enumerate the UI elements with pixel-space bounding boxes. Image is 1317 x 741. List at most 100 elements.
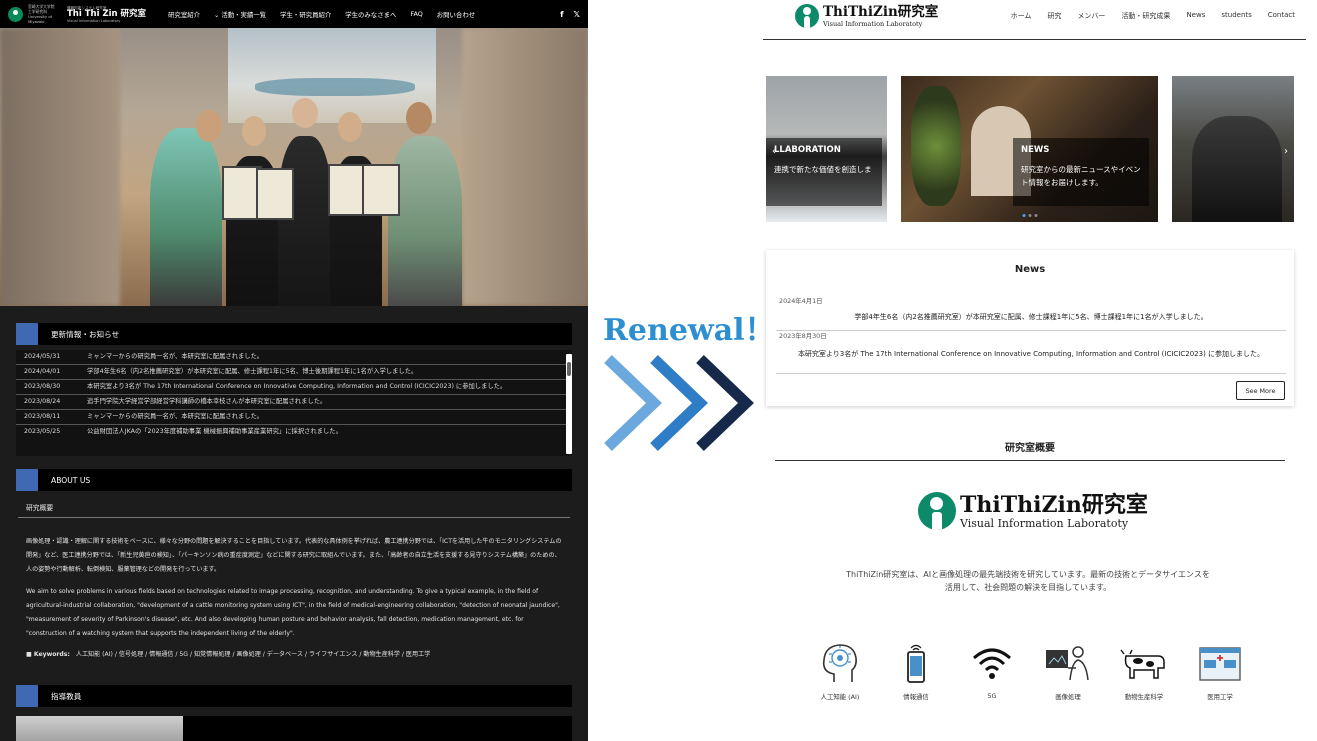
old-about-header: ABOUT US xyxy=(16,469,572,491)
carousel-caption: LLABORATION 連携で新たな価値を創造しま xyxy=(766,138,882,206)
new-logo[interactable]: ThiThiZin研究室 Visual Information Laborato… xyxy=(795,4,938,28)
carousel-card-news[interactable]: NEWS 研究室からの最新ニュースやイベント情報をお届けします。 xyxy=(901,76,1158,222)
old-nav-item-activities[interactable]: ⌄ 活動・実績一覧 xyxy=(214,10,266,19)
lab-logo-icon xyxy=(918,492,956,530)
image-processing-icon xyxy=(1046,646,1089,681)
field-ai[interactable]: 人工知能 (AI) xyxy=(810,640,870,701)
old-logo[interactable]: 宮崎大学大学院 工学研究科 University of Miyazaki 情報知… xyxy=(8,4,146,24)
news-date: 2023年8月30日 xyxy=(779,332,827,340)
old-nav-item-faq[interactable]: FAQ xyxy=(410,10,422,19)
list-item[interactable]: 2023/05/25 公益財団法人JKAの「2023年度補助事業 機械振興補助事業… xyxy=(16,425,572,439)
chevron-left-icon[interactable]: ‹ xyxy=(772,146,776,157)
lab-logo-icon xyxy=(795,4,819,28)
old-nav-item-contact[interactable]: お問い合わせ xyxy=(437,10,475,19)
faculty-info-panel xyxy=(183,716,572,741)
person-5-head xyxy=(406,102,432,134)
hero-projection-screen xyxy=(228,28,436,123)
old-nav-item-members[interactable]: 学生・研究員紹介 xyxy=(280,10,331,19)
list-item[interactable]: 2023/08/30 本研究室より3名が The 17th Internation… xyxy=(16,380,572,395)
nav-item-activities[interactable]: 活動・研究成果 xyxy=(1121,11,1170,21)
list-item[interactable]: 2024/04/01 学部4年生6名（内2名推薦研究室）が本研究室に配属、修士課程… xyxy=(16,365,572,380)
certificate-3 xyxy=(328,164,366,216)
see-more-button[interactable]: See More xyxy=(1236,381,1285,400)
old-nav-item-about[interactable]: 研究室紹介 xyxy=(168,10,200,19)
old-social-links: f 𝕏 xyxy=(560,10,580,19)
faculty-photo xyxy=(16,716,183,741)
student-group xyxy=(1192,116,1282,222)
person-2-head xyxy=(242,116,266,146)
person-4-head xyxy=(338,112,362,142)
renewal-label: Renewal！ xyxy=(603,313,775,348)
new-header: ThiThiZin研究室 Visual Information Laborato… xyxy=(763,0,1306,40)
divider xyxy=(776,373,1286,374)
nav-item-home[interactable]: ホーム xyxy=(1011,11,1032,21)
divider xyxy=(18,517,570,518)
new-nav-menu: ホーム 研究 メンバー 活動・研究成果 News students Contac… xyxy=(1011,11,1295,21)
news-title: News xyxy=(1014,264,1046,275)
section-marker xyxy=(16,685,38,707)
nav-item-members[interactable]: メンバー xyxy=(1077,11,1105,21)
carousel-indicators xyxy=(1022,214,1037,217)
new-website-screenshot: ThiThiZin研究室 Visual Information Laborato… xyxy=(763,0,1317,741)
hero-blurred-left xyxy=(0,28,120,306)
smartphone-icon xyxy=(907,644,925,683)
university-emblem-icon xyxy=(8,6,23,22)
nav-item-contact[interactable]: Contact xyxy=(1268,11,1295,21)
carousel-card-collaboration[interactable]: LLABORATION 連携で新たな価値を創造しま ‹ xyxy=(766,76,887,222)
field-ict[interactable]: 情報通信 xyxy=(886,640,946,701)
old-nav-item-students[interactable]: 学生のみなさまへ xyxy=(345,10,396,19)
comparison-stage: 宮崎大学大学院 工学研究科 University of Miyazaki 情報知… xyxy=(0,0,1317,741)
carousel-card-students[interactable]: › xyxy=(1172,76,1294,222)
section-marker xyxy=(16,469,38,491)
person-3-head xyxy=(292,98,318,128)
list-item[interactable]: 2024/05/31 ミャンマーからの研究員一名が、本研究室に配属されました。 xyxy=(16,350,572,365)
news-panel: News 2024年4月1日 学部4年生6名（内2名推薦研究室）が本研究室に配属… xyxy=(766,250,1294,406)
chevron-right-icon[interactable]: › xyxy=(1284,146,1288,157)
carousel-dot[interactable] xyxy=(1022,214,1025,217)
field-animal-science[interactable]: 動物生産科学 xyxy=(1114,640,1174,701)
cow-icon xyxy=(1120,649,1165,679)
person-1 xyxy=(150,128,222,306)
carousel-dot[interactable] xyxy=(1028,214,1031,217)
old-nav-menu: 研究室紹介 ⌄ 活動・実績一覧 学生・研究員紹介 学生のみなさまへ FAQ お問… xyxy=(168,10,475,19)
facebook-icon[interactable]: f xyxy=(560,10,563,19)
news-item-text[interactable]: 学部4年生6名（内2名推薦研究室）が本研究室に配属、修士課程1年に5名、博士課程… xyxy=(776,311,1286,324)
old-keywords: ■ Keywords: 人工知能 (AI) / 信号処理 / 情報通信 / 5G … xyxy=(26,651,431,658)
chevron-arrows-icon xyxy=(604,355,754,451)
brain-ai-icon xyxy=(822,644,857,682)
certificate-4 xyxy=(362,164,400,216)
old-faculty-header: 指導教員 xyxy=(16,685,572,707)
x-twitter-icon[interactable]: 𝕏 xyxy=(574,10,580,19)
research-fields: 人工知能 (AI) 情報通信 5G 画像処理 動物生産科学 医用工学 xyxy=(810,640,1250,701)
field-medical-engineering[interactable]: 医用工学 xyxy=(1190,640,1250,701)
nav-item-news[interactable]: News xyxy=(1186,11,1205,21)
overview-intro: ThiThiZin研究室は、AIと画像処理の最先端技術を研究しています。最新の技… xyxy=(846,570,1210,592)
carousel-dot[interactable] xyxy=(1034,214,1037,217)
university-name: 宮崎大学大学院 工学研究科 University of Miyazaki xyxy=(28,4,55,24)
news-date: 2024年4月1日 xyxy=(779,297,823,305)
old-news-header: 更新情報・お知らせ xyxy=(16,323,572,345)
certificate-2 xyxy=(256,168,294,220)
old-about-subtitle: 研究概要 xyxy=(26,504,54,512)
list-item[interactable]: 2023/08/11 ミャンマーからの研究員一名が、本研究室に配属されました。 xyxy=(16,410,572,425)
hero-blurred-right xyxy=(462,28,588,306)
field-image-processing[interactable]: 画像処理 xyxy=(1038,640,1098,701)
news-scrollbar[interactable] xyxy=(566,354,572,454)
overview-logo: ThiThiZin研究室 Visual Information Laborato… xyxy=(918,492,1148,530)
hospital-icon xyxy=(1199,647,1241,681)
news-item-text[interactable]: 本研究室より3名が The 17th International Confere… xyxy=(776,348,1286,361)
person-5 xyxy=(388,136,462,306)
hero-sea xyxy=(255,78,415,96)
old-about-paragraph-jp: 画像処理・認識・理解に関する技術をベースに、様々な分野の問題を解決することを目指… xyxy=(26,538,562,573)
divider xyxy=(775,460,1285,461)
person-3 xyxy=(278,136,332,306)
nav-item-students[interactable]: students xyxy=(1221,11,1251,21)
old-lab-name: 情報知能システム研究室 Thi Thi Zin 研究室 Visual Infor… xyxy=(67,5,147,23)
old-news-list: 2024/05/31 ミャンマーからの研究員一名が、本研究室に配属されました。 2… xyxy=(16,350,572,456)
list-item[interactable]: 2023/08/24 追手門学院大学経営学部経営学科講師の橋本幸枝さんが本研究室に… xyxy=(16,395,572,410)
field-5g[interactable]: 5G xyxy=(962,640,1022,701)
old-website-screenshot: 宮崎大学大学院 工学研究科 University of Miyazaki 情報知… xyxy=(0,0,588,741)
nav-item-research[interactable]: 研究 xyxy=(1047,11,1061,21)
divider xyxy=(776,330,1286,331)
wifi-signal-icon xyxy=(973,648,1011,679)
